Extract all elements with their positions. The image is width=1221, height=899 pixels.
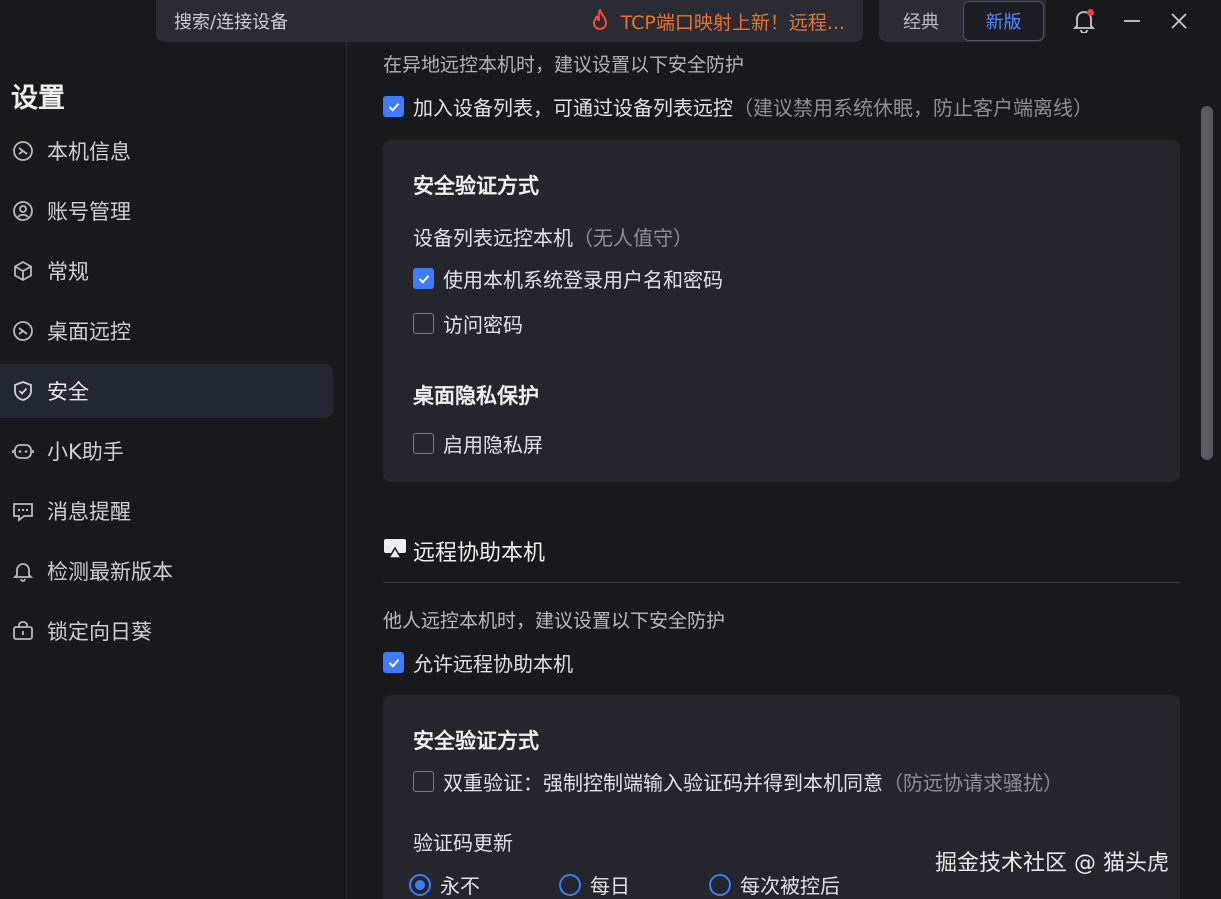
two-factor-checkbox[interactable] [413,771,434,792]
notification-dot [1087,9,1094,16]
two-factor-hint: （防远协请求骚扰） [883,771,1063,795]
access-password-checkbox[interactable] [413,313,434,334]
message-icon [11,500,34,523]
code-update-each[interactable]: 每次被控后 [709,870,840,899]
unattended-security-card: 安全验证方式 设备列表远控本机（无人值守） 使用本机系统登录用户名和密码 访问密… [383,140,1180,482]
settings-content: 在异地远控本机时，建议设置以下安全防护 加入设备列表，可通过设备列表远控 （建议禁… [347,42,1197,899]
sidebar-item-lock[interactable]: 锁定向日葵 [0,604,333,658]
radio-label: 永不 [440,874,480,898]
sidebar-item-label: 账号管理 [47,200,131,224]
settings-sidebar: 设置 本机信息 账号管理 常规 桌面远控 安全 小K助手 消息提醒 检测最新版本… [0,42,346,899]
add-device-list-hint: （建议禁用系统休眠，防止客户端离线） [733,96,1093,120]
device-list-control-text: 设备列表远控本机 [413,226,573,250]
two-factor-label: 双重验证：强制控制端输入验证码并得到本机同意 [443,771,883,795]
notification-bell-icon[interactable] [1069,6,1099,36]
access-password-label: 访问密码 [443,313,523,337]
code-update-label: 验证码更新 [413,831,513,855]
privacy-screen-label: 启用隐私屏 [443,433,543,457]
allow-assist-checkbox[interactable] [383,652,404,673]
sidebar-item-device-info[interactable]: 本机信息 [0,124,333,178]
remote-assist-header: 远程协助本机 [383,535,545,567]
sidebar-item-label: 本机信息 [47,140,131,164]
remote-control-description: 在异地远控本机时，建议设置以下安全防护 [383,54,745,76]
remote-assist-title: 远程协助本机 [413,541,546,566]
search-label[interactable]: 搜索/连接设备 [174,8,288,34]
radio-label: 每次被控后 [740,874,840,898]
screen-share-icon [383,537,407,565]
classic-mode-button[interactable]: 经典 [879,1,963,41]
sidebar-item-label: 锁定向日葵 [47,620,152,644]
lock-box-icon [11,620,34,643]
device-list-control-label: 设备列表远控本机（无人值守） [413,222,693,251]
minimize-icon[interactable] [1117,6,1147,36]
system-login-row: 使用本机系统登录用户名和密码 [413,264,723,293]
promo-banner[interactable]: TCP端口映射上新！远程... [589,8,845,35]
close-icon[interactable] [1164,6,1194,36]
search-connect-bar[interactable]: 搜索/连接设备 TCP端口映射上新！远程... [156,0,863,42]
bell-update-icon [11,560,34,583]
user-account-icon [11,200,34,223]
sidebar-item-label: 消息提醒 [47,500,131,524]
radio-label: 每日 [590,874,630,898]
sidebar-item-security[interactable]: 安全 [0,364,333,418]
section-divider [383,582,1180,583]
robot-icon [11,440,34,463]
radio-each-control[interactable] [709,873,731,896]
sidebar-item-label: 安全 [47,380,89,404]
content-scrollbar[interactable] [1201,106,1213,460]
system-login-label: 使用本机系统登录用户名和密码 [443,268,723,292]
add-device-list-label: 加入设备列表，可通过设备列表远控 [413,96,733,120]
sidebar-item-check-update[interactable]: 检测最新版本 [0,544,333,598]
code-update-daily[interactable]: 每日 [559,870,630,899]
allow-assist-label: 允许远程协助本机 [413,652,573,676]
privacy-screen-row: 启用隐私屏 [413,429,543,458]
fire-icon [589,9,611,33]
promo-text: TCP端口映射上新！远程... [620,11,845,34]
remote-desktop-icon [11,320,34,343]
mode-switch: 经典 新版 [879,0,1046,42]
allow-assist-row: 允许远程协助本机 [383,648,573,677]
unattended-hint: （无人值守） [573,226,693,250]
sidebar-item-label: 检测最新版本 [47,560,173,584]
two-factor-row: 双重验证：强制控制端输入验证码并得到本机同意 （防远协请求骚扰） [413,767,1063,796]
watermark-text: 掘金技术社区 @ 猫头虎 [935,851,1169,876]
add-device-list-row: 加入设备列表，可通过设备列表远控 （建议禁用系统休眠，防止客户端离线） [383,92,1093,121]
card-title: 安全验证方式 [413,729,539,753]
sidebar-item-label: 小K助手 [47,440,124,464]
sidebar-item-label: 常规 [47,260,89,284]
cube-icon [11,260,34,283]
radio-daily[interactable] [559,873,581,896]
sidebar-item-general[interactable]: 常规 [0,244,333,298]
access-password-row: 访问密码 [413,309,523,338]
sidebar-item-notifications[interactable]: 消息提醒 [0,484,333,538]
privacy-title: 桌面隐私保护 [413,384,539,408]
card-title: 安全验证方式 [413,174,539,198]
sidebar-item-remote-desktop[interactable]: 桌面远控 [0,304,333,358]
remote-assist-description: 他人远控本机时，建议设置以下安全防护 [383,610,726,632]
code-update-never[interactable]: 永不 [409,870,480,899]
sidebar-item-label: 桌面远控 [47,320,131,344]
add-device-list-checkbox[interactable] [383,96,404,117]
system-login-checkbox[interactable] [413,268,434,289]
radio-never[interactable] [409,873,431,896]
sidebar-item-assistant[interactable]: 小K助手 [0,424,333,478]
shield-icon [11,380,34,403]
new-mode-button[interactable]: 新版 [963,1,1044,41]
sidebar-item-account[interactable]: 账号管理 [0,184,333,238]
privacy-screen-checkbox[interactable] [413,433,434,454]
settings-title: 设置 [11,83,65,114]
device-info-icon [11,140,34,163]
